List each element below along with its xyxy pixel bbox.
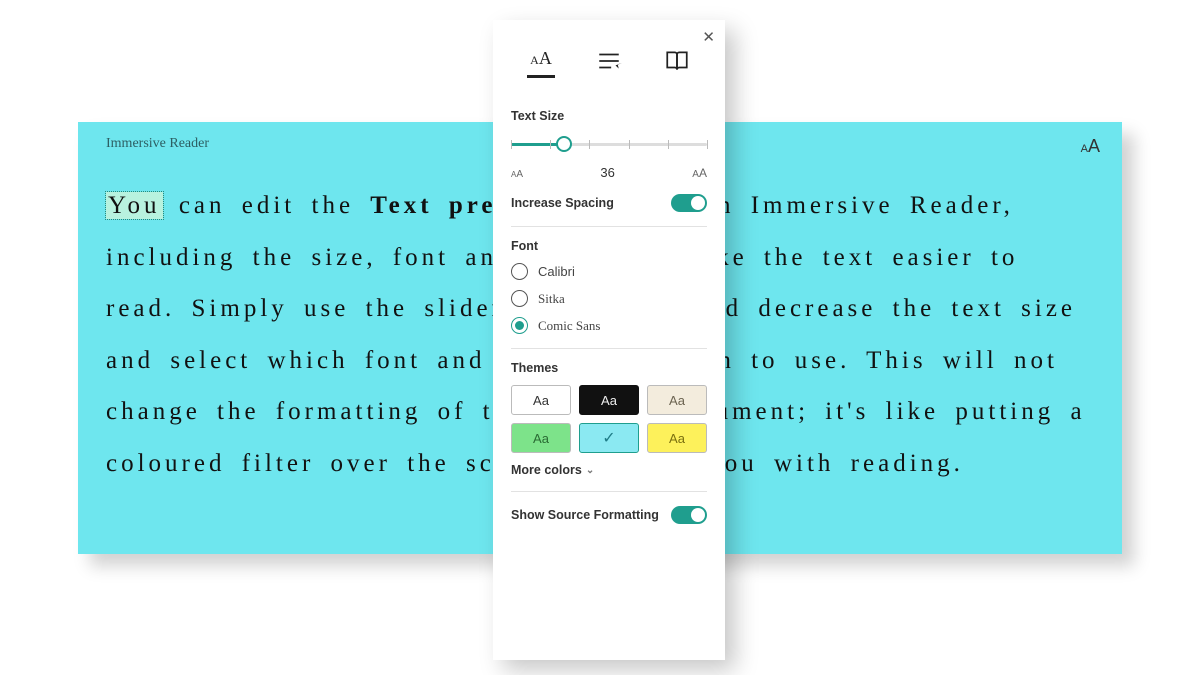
radio-icon bbox=[511, 290, 528, 307]
increase-spacing-label: Increase Spacing bbox=[511, 196, 614, 210]
divider bbox=[511, 491, 707, 492]
grammar-icon bbox=[596, 48, 622, 74]
text-icon: AA bbox=[530, 48, 552, 69]
reader-text-span: can edit the bbox=[163, 192, 371, 219]
source-formatting-row: Show Source Formatting bbox=[511, 506, 707, 524]
theme-sepia[interactable]: Aa bbox=[647, 385, 707, 415]
tab-text-preferences[interactable]: AA bbox=[521, 48, 561, 83]
divider bbox=[511, 348, 707, 349]
more-colors-button[interactable]: More colors ⌄ bbox=[511, 463, 594, 477]
font-label: Font bbox=[511, 239, 707, 253]
current-word-highlight: You bbox=[106, 192, 163, 219]
panel-tabs: AA bbox=[493, 20, 725, 91]
radio-icon bbox=[511, 317, 528, 334]
text-preferences-icon[interactable]: AA bbox=[1081, 136, 1100, 157]
increase-spacing-toggle[interactable] bbox=[671, 194, 707, 212]
font-option-sitka[interactable]: Sitka bbox=[511, 290, 707, 307]
font-option-label: Sitka bbox=[538, 291, 565, 307]
more-colors-label: More colors bbox=[511, 463, 582, 477]
themes-label: Themes bbox=[511, 361, 707, 375]
theme-grid: Aa Aa Aa Aa ✓ Aa bbox=[511, 385, 707, 453]
font-option-label: Calibri bbox=[538, 264, 575, 279]
book-icon bbox=[664, 48, 690, 74]
slider-scale: AA 36 AA bbox=[511, 165, 707, 180]
slider-thumb[interactable] bbox=[556, 136, 572, 152]
check-icon: ✓ bbox=[602, 428, 615, 448]
font-option-label: Comic Sans bbox=[538, 318, 600, 334]
tab-grammar-options[interactable] bbox=[589, 48, 629, 83]
theme-black[interactable]: Aa bbox=[579, 385, 639, 415]
font-option-calibri[interactable]: Calibri bbox=[511, 263, 707, 280]
theme-white[interactable]: Aa bbox=[511, 385, 571, 415]
close-icon[interactable]: ✕ bbox=[702, 28, 715, 46]
font-radio-group: Calibri Sitka Comic Sans bbox=[511, 263, 707, 334]
theme-yellow[interactable]: Aa bbox=[647, 423, 707, 453]
theme-green[interactable]: Aa bbox=[511, 423, 571, 453]
large-text-icon: AA bbox=[692, 166, 707, 180]
chevron-down-icon: ⌄ bbox=[586, 465, 594, 476]
source-formatting-toggle[interactable] bbox=[671, 506, 707, 524]
divider bbox=[511, 226, 707, 227]
text-size-label: Text Size bbox=[511, 109, 707, 123]
source-formatting-label: Show Source Formatting bbox=[511, 508, 659, 522]
small-text-icon: AA bbox=[511, 168, 523, 180]
theme-cyan[interactable]: ✓ bbox=[579, 423, 639, 453]
increase-spacing-row: Increase Spacing bbox=[511, 194, 707, 212]
text-size-value: 36 bbox=[600, 165, 614, 180]
font-option-comic-sans[interactable]: Comic Sans bbox=[511, 317, 707, 334]
tab-reading-preferences[interactable] bbox=[657, 48, 697, 83]
text-size-slider[interactable] bbox=[511, 133, 707, 163]
text-preferences-panel: ✕ AA Text Size bbox=[493, 20, 725, 660]
radio-icon bbox=[511, 263, 528, 280]
